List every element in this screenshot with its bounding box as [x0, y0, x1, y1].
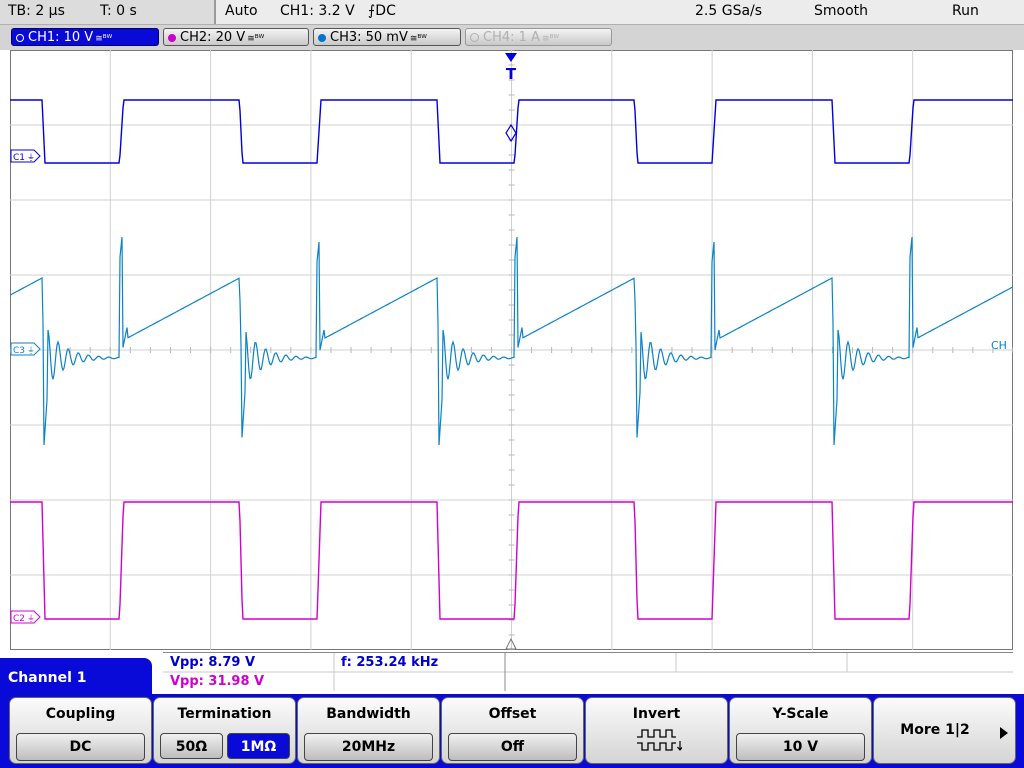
measurement-panel: Vpp: 8.79 V f: 253.24 kHz Vpp: 31.98 V — [163, 652, 1013, 691]
measurement-grid — [163, 653, 1013, 691]
trigger-mode: Auto — [225, 3, 258, 19]
termination-softkey[interactable]: Termination 50Ω 1MΩ — [153, 697, 296, 764]
c3-ground-icon: ⏚ — [27, 346, 35, 355]
c1-ground-marker[interactable]: C1 ⏚ — [10, 149, 41, 163]
acquisition-mode: Smooth — [814, 3, 869, 19]
trigger-info: CH1: 3.2 V — [280, 3, 355, 19]
coupling-title: Coupling — [45, 706, 116, 722]
ch-right-label: CH — [991, 339, 1007, 352]
sample-rate: 2.5 GSa/s — [695, 3, 763, 19]
c1-ground-label: C1 — [13, 153, 25, 163]
c2-ground-label: C2 — [13, 614, 25, 624]
ch2-label: CH2: 20 V — [180, 30, 246, 45]
invert-softkey[interactable]: Invert — [585, 697, 728, 764]
termination-1mohm-option[interactable]: 1MΩ — [227, 733, 290, 759]
measurement-vpp-ch2: Vpp: 31.98 V — [170, 674, 265, 689]
yscale-softkey[interactable]: Y-Scale 10 V — [729, 697, 872, 764]
next-arrow-icon — [1000, 727, 1008, 739]
more-softkey[interactable]: More 1|2 — [873, 697, 1016, 764]
menu-title: Channel 1 — [0, 658, 152, 698]
ch4-coupling-icon: ≅ᴮᵂ — [541, 34, 559, 44]
offset-title: Offset — [488, 706, 537, 722]
c2-ground-icon: ⏚ — [27, 614, 35, 623]
waveform-display[interactable]: T C1 ⏚ C3 ⏚ C2 ⏚ CH — [10, 50, 1013, 650]
offset-value: Off — [448, 733, 577, 761]
c2-ground-marker[interactable]: C2 ⏚ — [10, 610, 41, 624]
ch3-label: CH3: 50 mV — [330, 30, 408, 45]
coupling-value: DC — [16, 733, 145, 761]
channel-tabs: CH1: 10 V ≅ᴮᵂ CH2: 20 V ≅ᴮᵂ CH3: 50 mV ≅ᴮᵂ … — [0, 25, 1024, 50]
bandwidth-value: 20MHz — [304, 733, 433, 761]
ch2-dot-icon — [168, 33, 176, 42]
coupling-softkey[interactable]: Coupling DC — [9, 697, 152, 764]
measurement-freq-ch1: f: 253.24 kHz — [341, 655, 439, 670]
more-label: More 1|2 — [900, 722, 970, 738]
invert-title: Invert — [632, 706, 681, 722]
c3-ground-marker[interactable]: C3 ⏚ — [10, 342, 41, 356]
yscale-value: 10 V — [736, 733, 865, 761]
tab-ch4[interactable]: CH4: 1 A ≅ᴮᵂ — [465, 28, 612, 46]
c1-ground-icon: ⏚ — [27, 153, 35, 162]
softkey-bar: Coupling DC Termination 50Ω 1MΩ Bandwidt… — [0, 694, 1024, 768]
invert-waveform-icon — [637, 729, 682, 751]
ch1-dot-icon — [16, 33, 24, 42]
bandwidth-softkey[interactable]: Bandwidth 20MHz — [297, 697, 440, 764]
ch1-label: CH1: 10 V — [28, 30, 94, 45]
status-bar: TB: 2 µs T: 0 s Auto CH1: 3.2 V ⨍DC 2.5 … — [0, 0, 1024, 25]
ch4-dot-icon — [470, 33, 479, 42]
timebase-value: TB: 2 µs — [8, 3, 65, 19]
trigger-slope: ⨍DC — [368, 3, 396, 19]
trigger-marker-label: T — [506, 65, 517, 83]
trigger-time: T: 0 s — [100, 3, 137, 19]
c3-ground-label: C3 — [13, 346, 25, 356]
termination-50ohm-option[interactable]: 50Ω — [160, 733, 223, 759]
run-state[interactable]: Run — [952, 3, 979, 19]
ch1-coupling-icon: ≅ᴮᵂ — [95, 34, 113, 44]
tab-ch2[interactable]: CH2: 20 V ≅ᴮᵂ — [163, 28, 309, 46]
yscale-title: Y-Scale — [772, 706, 829, 722]
ch4-label: CH4: 1 A — [483, 30, 540, 45]
measurement-vpp-ch1: Vpp: 8.79 V — [170, 655, 256, 670]
termination-title: Termination — [177, 706, 272, 722]
ch3-dot-icon — [318, 33, 326, 42]
tab-ch3[interactable]: CH3: 50 mV ≅ᴮᵂ — [313, 28, 461, 46]
timebase-box[interactable]: TB: 2 µs T: 0 s — [0, 0, 216, 24]
ch3-coupling-icon: ≅ᴮᵂ — [409, 34, 427, 44]
tab-ch1[interactable]: CH1: 10 V ≅ᴮᵂ — [11, 28, 159, 46]
offset-softkey[interactable]: Offset Off — [441, 697, 584, 764]
ch2-coupling-icon: ≅ᴮᵂ — [247, 34, 265, 44]
bandwidth-title: Bandwidth — [326, 706, 411, 722]
